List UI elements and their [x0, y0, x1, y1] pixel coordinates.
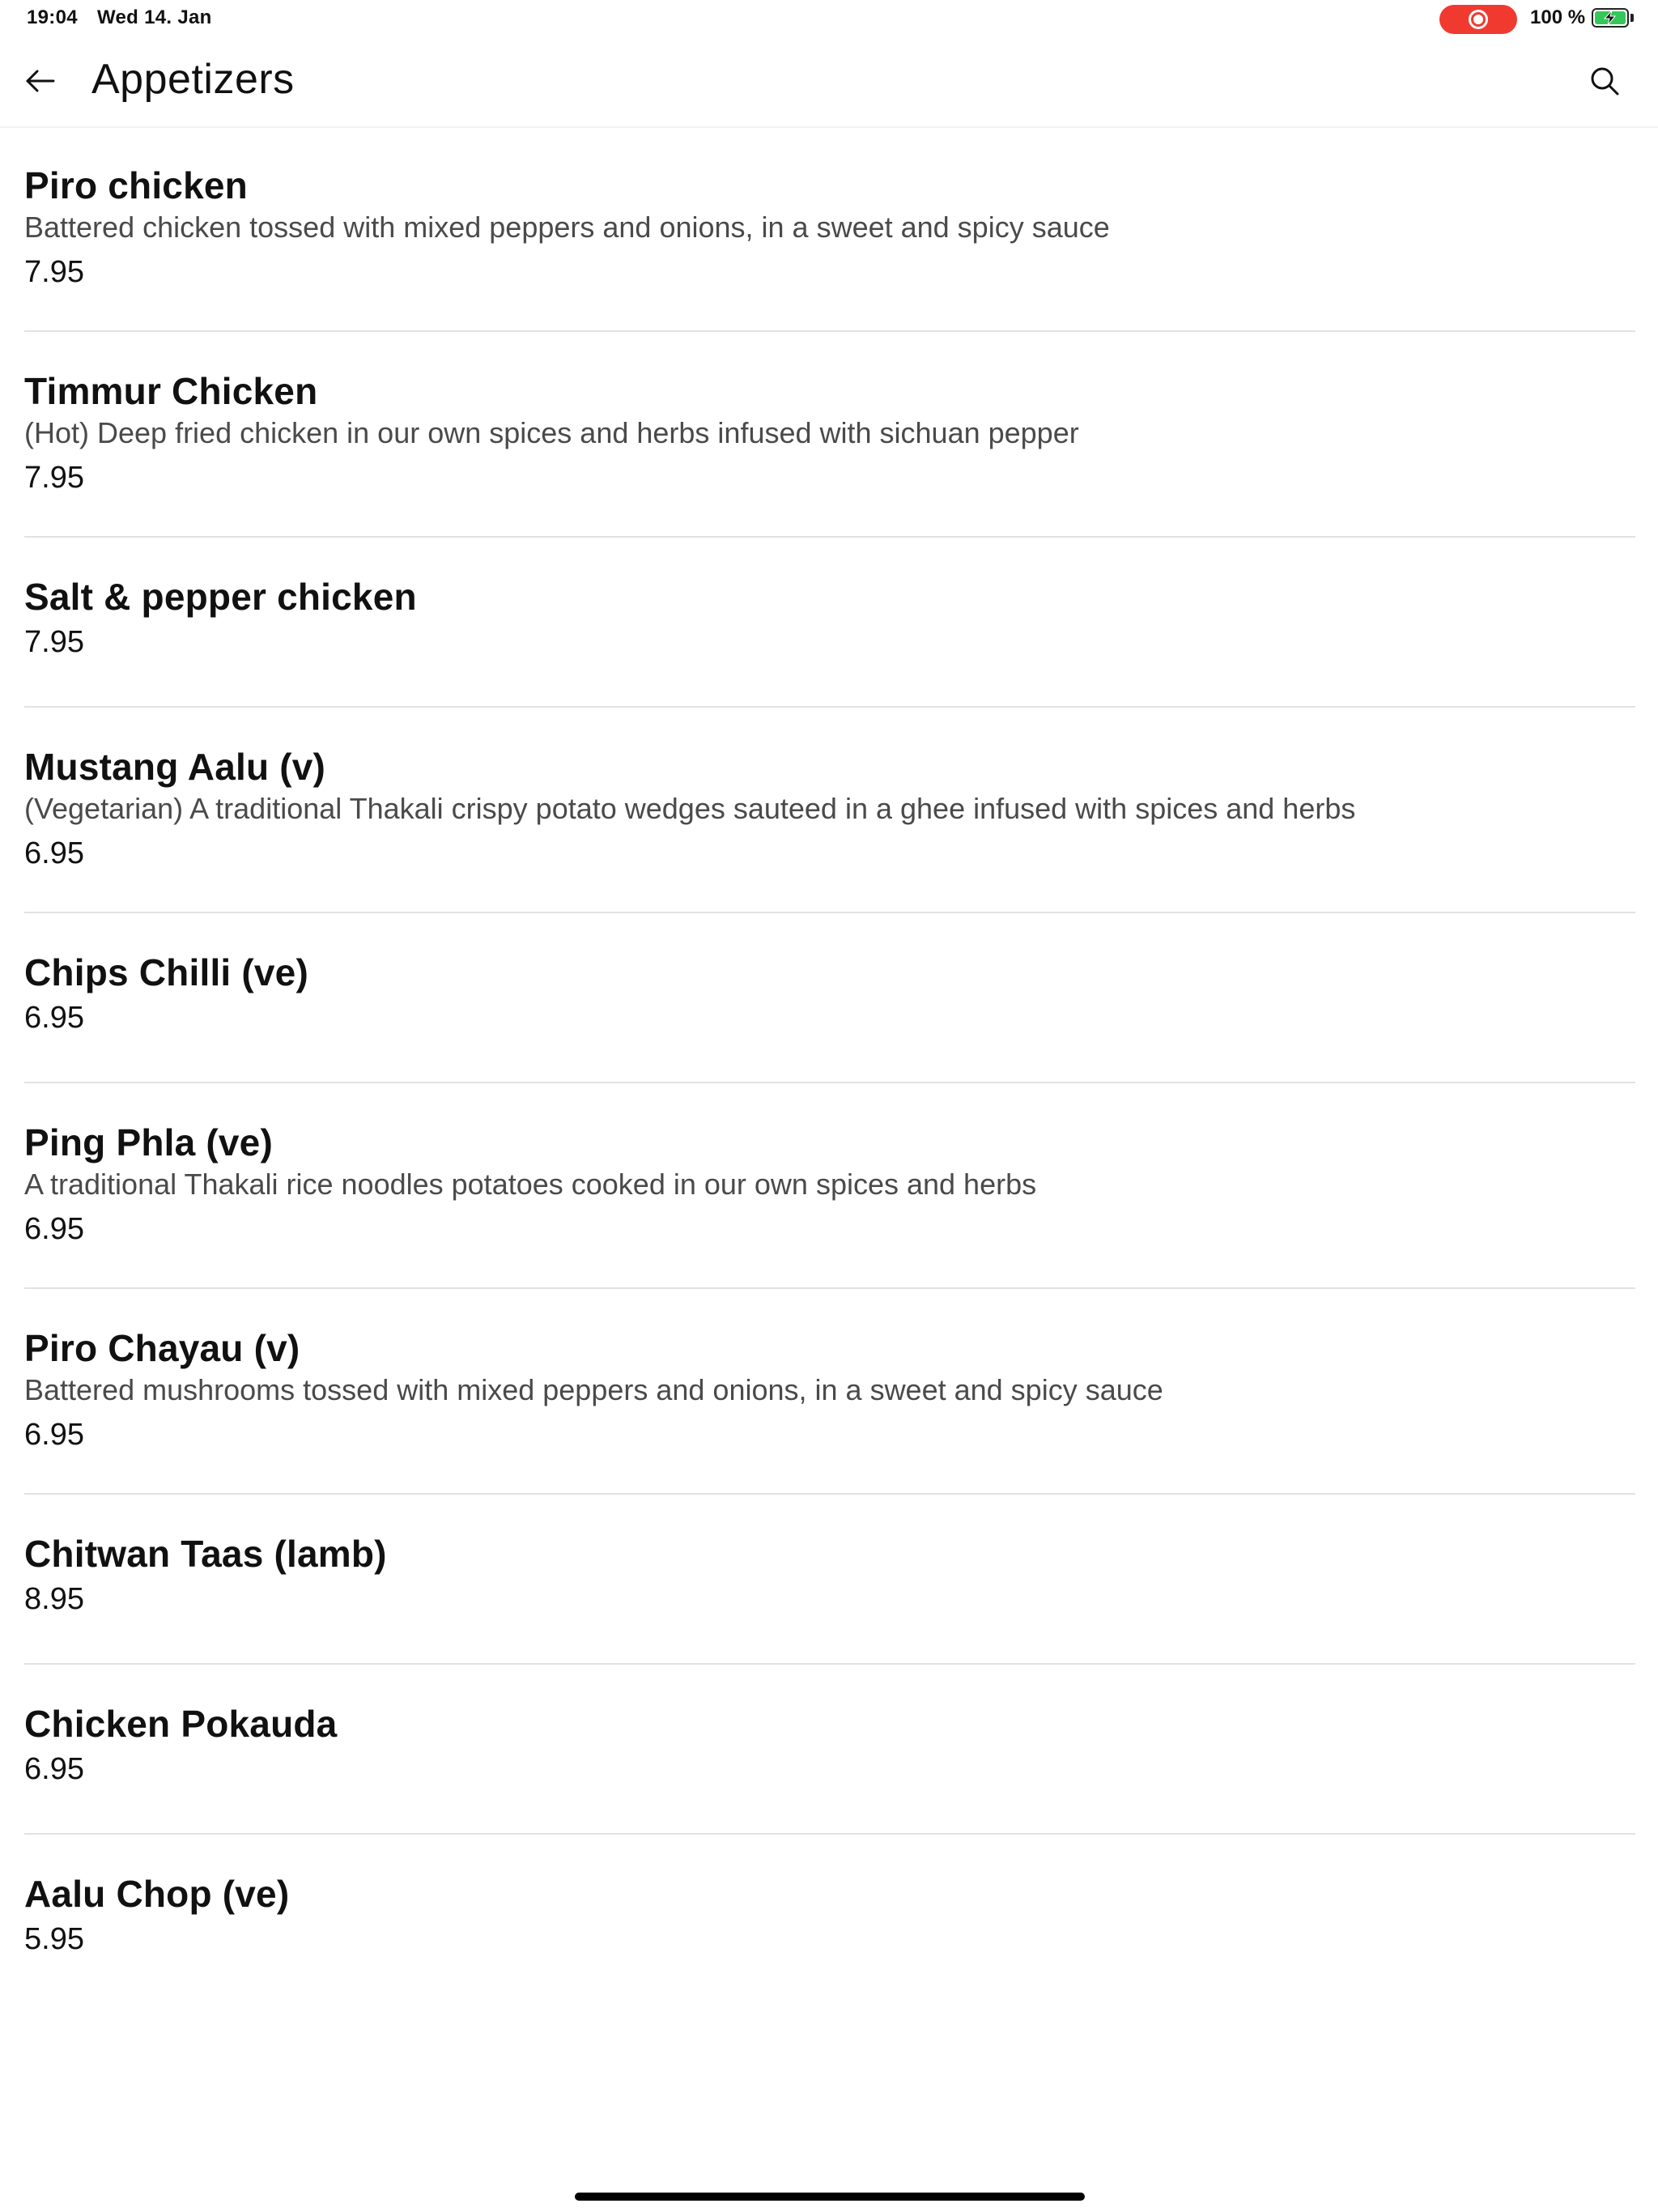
screen-recording-indicator[interactable]	[1439, 5, 1517, 34]
item-price: 6.95	[24, 1001, 84, 1035]
menu-list: Piro chicken Battered chicken tossed wit…	[24, 126, 1635, 2005]
menu-item[interactable]: Timmur Chicken (Hot) Deep fried chicken …	[24, 332, 1635, 538]
item-price: 7.95	[24, 255, 84, 289]
menu-item[interactable]: Piro chicken Battered chicken tossed wit…	[24, 126, 1635, 332]
arrow-left-icon	[26, 70, 55, 92]
search-button[interactable]	[1580, 57, 1629, 105]
item-name: Chicken Pokauda	[24, 1703, 338, 1745]
battery-cap	[1630, 14, 1634, 22]
menu-item[interactable]: Chips Chilli (ve) 6.95	[24, 913, 1635, 1083]
back-button[interactable]	[16, 57, 65, 105]
item-price: 8.95	[24, 1582, 84, 1616]
item-name: Piro Chayau (v)	[24, 1327, 300, 1369]
menu-item[interactable]: Mustang Aalu (v) (Vegetarian) A traditio…	[24, 708, 1635, 913]
status-time: 19:04	[27, 6, 78, 28]
battery-icon	[1592, 8, 1629, 28]
item-price: 6.95	[24, 1418, 84, 1452]
page-title: Appetizers	[91, 56, 295, 103]
item-name: Mustang Aalu (v)	[24, 746, 326, 788]
item-price: 7.95	[24, 625, 84, 659]
menu-item[interactable]: Salt & pepper chicken 7.95	[24, 538, 1635, 708]
item-name: Chitwan Taas (lamb)	[24, 1533, 387, 1575]
item-description: Battered mushrooms tossed with mixed pep…	[24, 1373, 1163, 1406]
item-price: 6.95	[24, 1212, 84, 1246]
item-price: 7.95	[24, 461, 84, 495]
menu-item[interactable]: Chicken Pokauda 6.95	[24, 1665, 1635, 1835]
item-price: 6.95	[24, 836, 84, 870]
item-name: Aalu Chop (ve)	[24, 1873, 290, 1915]
home-indicator[interactable]	[575, 2193, 1085, 2201]
app-bar: Appetizers	[0, 37, 1658, 128]
search-icon	[1591, 67, 1619, 96]
item-description: (Vegetarian) A traditional Thakali crisp…	[24, 792, 1356, 825]
item-name: Piro chicken	[24, 164, 248, 206]
item-name: Chips Chilli (ve)	[24, 951, 308, 993]
charging-bolt-icon	[1603, 10, 1617, 26]
battery-percentage: 100 %	[1530, 6, 1586, 28]
menu-item[interactable]: Chitwan Taas (lamb) 8.95	[24, 1495, 1635, 1665]
item-name: Timmur Chicken	[24, 370, 318, 412]
item-price: 5.95	[24, 1922, 84, 1956]
item-name: Salt & pepper chicken	[24, 576, 417, 618]
item-description: A traditional Thakali rice noodles potat…	[24, 1168, 1037, 1201]
menu-item[interactable]: Piro Chayau (v) Battered mushrooms tosse…	[24, 1289, 1635, 1495]
record-dot	[1473, 15, 1483, 24]
item-description: (Hot) Deep fried chicken in our own spic…	[24, 416, 1079, 449]
status-date: Wed 14. Jan	[97, 6, 212, 28]
item-description: Battered chicken tossed with mixed peppe…	[24, 211, 1110, 244]
menu-item[interactable]: Aalu Chop (ve) 5.95	[24, 1835, 1635, 2005]
item-price: 6.95	[24, 1752, 84, 1786]
item-name: Ping Phla (ve)	[24, 1121, 273, 1163]
menu-item[interactable]: Ping Phla (ve) A traditional Thakali ric…	[24, 1083, 1635, 1289]
status-bar: 19:04 Wed 14. Jan 100 %	[0, 0, 1658, 37]
